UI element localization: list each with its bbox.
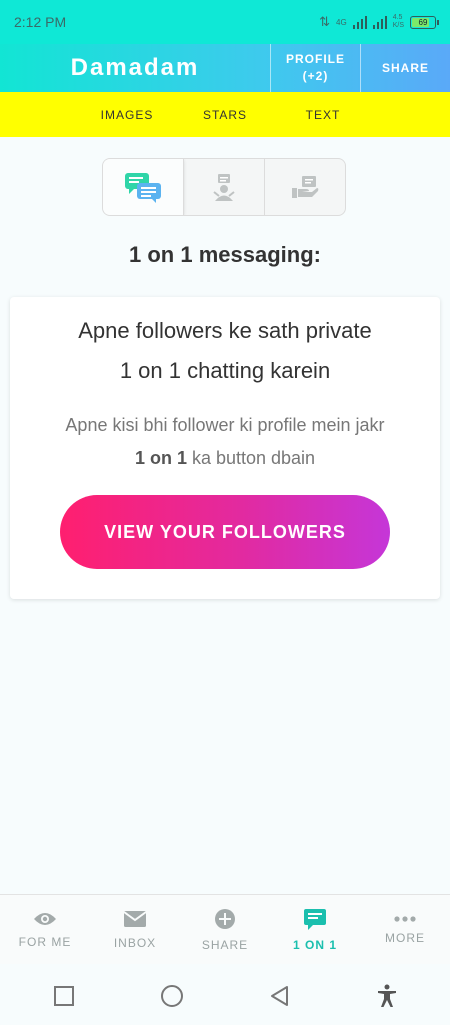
home-icon[interactable] (160, 984, 184, 1008)
recent-apps-icon[interactable] (53, 985, 75, 1007)
nav-label: INBOX (113, 935, 157, 950)
envelope-icon (123, 910, 147, 927)
nav-label: FOR ME (18, 934, 72, 949)
profile-button[interactable]: PROFILE (+2) (270, 44, 360, 92)
system-nav (0, 966, 450, 1025)
profile-label: PROFILE (285, 52, 345, 66)
nav-item-inbox[interactable]: INBOX (90, 895, 180, 964)
nav-item-1on1[interactable]: 1 ON 1 (270, 895, 360, 964)
card-sub-bold: 1 on 1 (134, 448, 187, 468)
net-speed: 4.5 K/S (393, 14, 404, 30)
dots-icon (394, 915, 416, 922)
share-button[interactable]: SHARE (360, 44, 450, 92)
nav-label: 1 ON 1 (292, 937, 337, 952)
segment-messaging[interactable] (103, 159, 184, 215)
share-label: SHARE (381, 60, 429, 75)
section-title: 1 on 1 messaging: (129, 242, 321, 267)
card-heading-line1: Apne followers ke sath private (78, 318, 372, 343)
info-card: Apne followers ke sath private 1 on 1 ch… (10, 297, 440, 599)
tab-stars[interactable]: STARS (176, 108, 274, 122)
card-heading-line2: 1 on 1 chatting karein (119, 358, 331, 383)
bottom-nav: FOR ME INBOX SHARE 1 ON 1 MORE (0, 894, 450, 964)
category-strip: IMAGES STARS TEXT (0, 92, 450, 137)
status-bar: 2:12 PM ⇅ 4G 4.5 K/S 69 (0, 0, 450, 44)
network-type: 4G (336, 17, 347, 27)
tab-images[interactable]: IMAGES (78, 108, 176, 122)
card-subtext: Apne kisi bhi follower ki profile mein j… (10, 409, 440, 475)
signal-icon (352, 15, 367, 29)
card-sub-line1: Apne kisi bhi follower ki profile mein j… (65, 415, 385, 435)
signal-icon-2 (372, 15, 387, 29)
person-card-icon (213, 174, 235, 201)
nav-label: MORE (385, 930, 425, 945)
nav-label: SHARE (201, 937, 249, 952)
view-followers-button[interactable]: VIEW YOUR FOLLOWERS (60, 495, 390, 569)
plus-circle-icon (215, 908, 235, 929)
card-heading: Apne followers ke sath private 1 on 1 ch… (10, 311, 440, 391)
hand-card-icon (292, 176, 319, 198)
back-icon[interactable] (269, 985, 291, 1007)
profile-count: (+2) (302, 69, 329, 83)
app-header: Damadam PROFILE (+2) SHARE (0, 44, 450, 92)
status-icons: ⇅ 4G 4.5 K/S 69 (319, 14, 439, 30)
net-speed-value: 4.5 (392, 14, 403, 21)
segment-control (102, 158, 346, 216)
accessibility-icon[interactable] (376, 984, 398, 1008)
card-sub-line2: 1 on 1 ka button dbain (10, 442, 440, 475)
segment-gift[interactable] (265, 159, 345, 215)
eye-icon (34, 912, 56, 925)
net-speed-unit: K/S (392, 22, 404, 29)
tab-text[interactable]: TEXT (274, 108, 372, 122)
status-time: 2:12 PM (14, 14, 67, 30)
data-arrows-icon: ⇅ (319, 14, 331, 29)
card-sub-rest: ka button dbain (186, 448, 316, 468)
app-title[interactable]: Damadam (0, 44, 270, 92)
battery-level: 69 (418, 17, 428, 27)
segment-profile[interactable] (184, 159, 265, 215)
battery-icon: 69 (410, 15, 439, 29)
nav-item-more[interactable]: MORE (360, 895, 450, 964)
chat-bubbles-icon (125, 173, 161, 203)
nav-item-for-me[interactable]: FOR ME (0, 895, 90, 964)
chat-icon (304, 908, 326, 930)
nav-item-share[interactable]: SHARE (180, 895, 270, 964)
